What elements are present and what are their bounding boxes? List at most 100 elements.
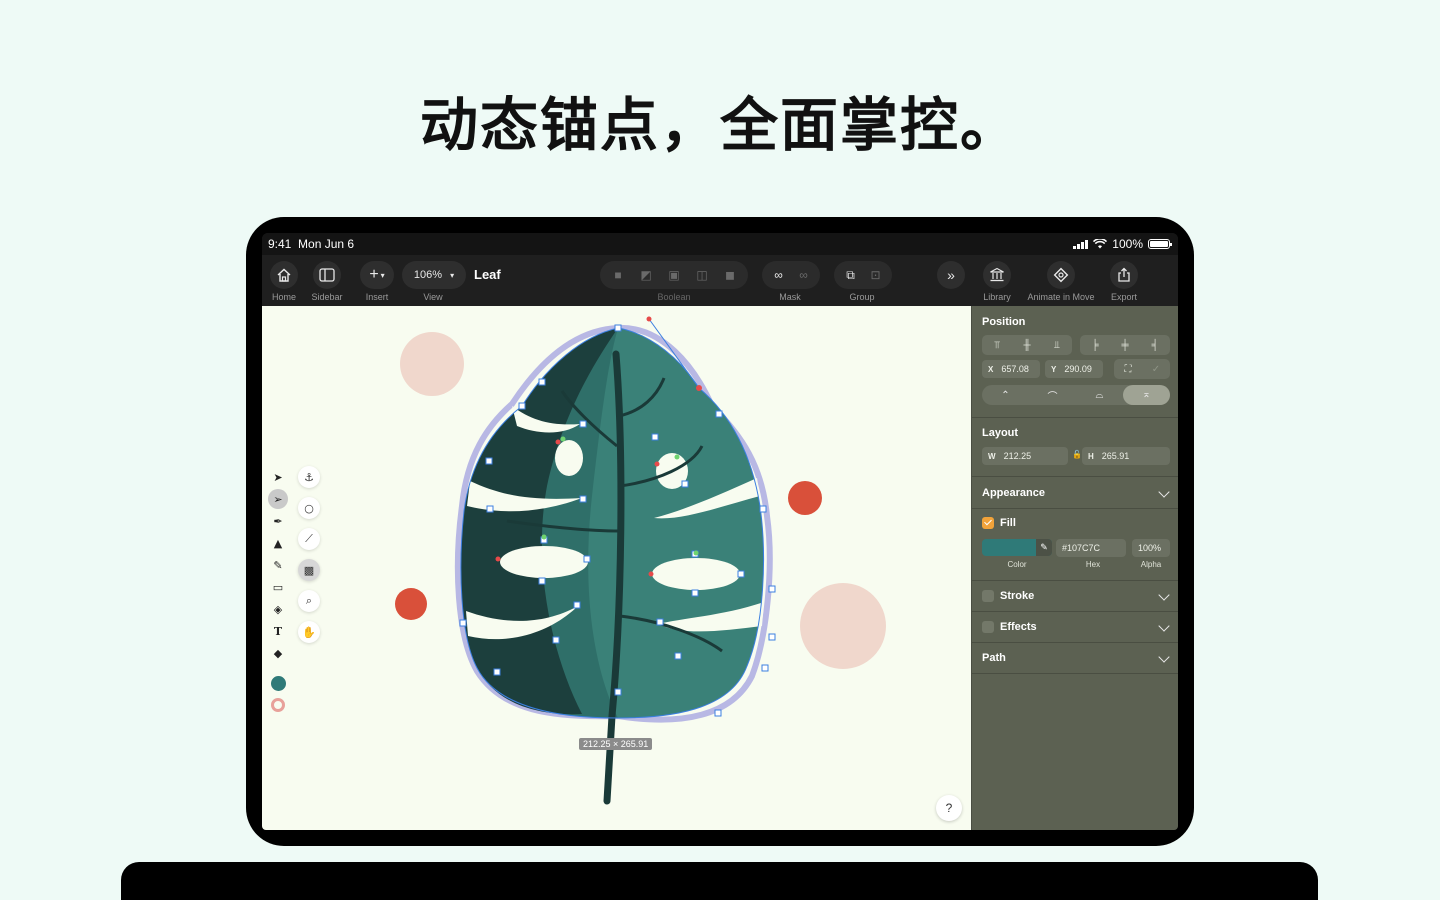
y-field[interactable]: Y 290.09 <box>1045 360 1103 378</box>
unmask-icon[interactable]: ∞ <box>795 265 812 285</box>
group-icon[interactable]: ⧉ <box>842 265 859 285</box>
boolean-subtract-icon[interactable]: ◩ <box>636 265 656 285</box>
decor-circle-red-right[interactable] <box>788 481 822 515</box>
insert-button[interactable]: + ▾ <box>360 261 394 289</box>
anchor-smooth-point[interactable] <box>541 534 547 540</box>
app-screen: 9:41 Mon Jun 6 100% Home Sidebar + ▾ Ins… <box>262 233 1178 830</box>
library-button[interactable] <box>983 261 1011 289</box>
anchor-point-selected[interactable] <box>696 385 702 391</box>
text-tool[interactable]: T <box>268 621 288 641</box>
fill-color-swatch[interactable] <box>268 673 288 693</box>
hand-tool[interactable]: ✋ <box>298 621 320 643</box>
anchor-icon: ⚓ <box>304 470 314 484</box>
select-tool[interactable]: ➤ <box>268 467 288 487</box>
stroke-color-swatch[interactable] <box>268 695 288 715</box>
anchor-smooth-point[interactable] <box>693 550 699 556</box>
eraser-icon: ◆ <box>273 646 283 660</box>
animate-button[interactable] <box>1047 261 1075 289</box>
bezier-handle-point[interactable] <box>646 316 652 322</box>
decor-circle-pink-right[interactable] <box>800 583 886 669</box>
artwork[interactable] <box>262 306 971 830</box>
divider <box>972 476 1178 477</box>
frame-icon[interactable]: ⛶ <box>1114 359 1142 379</box>
eraser-tool[interactable]: ◆ <box>268 643 288 663</box>
zoom-tool[interactable]: ⌕ <box>298 590 320 612</box>
boolean-group: ■ ◩ ▣ ◫ ◼ <box>600 261 748 289</box>
battery-percent: 100% <box>1112 237 1143 251</box>
effects-checkbox[interactable] <box>982 621 994 633</box>
vector-tool[interactable]: ▲ <box>268 533 288 553</box>
chevron-down-icon[interactable] <box>1158 589 1170 601</box>
help-button[interactable]: ? <box>936 795 962 821</box>
anchor-smooth-point[interactable] <box>560 436 566 442</box>
anchor-mirror-point[interactable] <box>495 556 501 562</box>
export-icon <box>1118 267 1130 282</box>
align-left-icon[interactable]: ⫪ <box>982 335 1012 355</box>
group-label: Group <box>849 292 875 302</box>
anchor-mirror-point[interactable] <box>555 439 561 445</box>
hex-field[interactable]: #107C7C <box>1056 539 1126 557</box>
animate-icon <box>1053 267 1069 283</box>
crop-tool[interactable]: ▩ <box>298 559 320 581</box>
chevron-down-icon[interactable] <box>1158 486 1170 498</box>
brush-tool[interactable]: ✎ <box>268 555 288 575</box>
alpha-value: 100% <box>1138 543 1162 553</box>
x-label: X <box>988 364 994 374</box>
effects-label: Effects <box>1000 621 1037 633</box>
x-field[interactable]: X 657.08 <box>982 360 1040 378</box>
stroke-checkbox[interactable] <box>982 590 994 602</box>
fill-checkbox[interactable] <box>982 517 994 529</box>
line-tool[interactable]: ⟋ <box>298 528 320 550</box>
boolean-flatten-icon[interactable]: ◼ <box>720 265 740 285</box>
checkmark-icon[interactable]: ✓ <box>1142 359 1170 379</box>
rotate-tool[interactable]: ○ <box>298 497 320 519</box>
anchor-mirror-point[interactable] <box>648 571 654 577</box>
boolean-intersect-icon[interactable]: ▣ <box>664 265 684 285</box>
chevron-down-icon[interactable] <box>1158 620 1170 632</box>
boolean-exclude-icon[interactable]: ◫ <box>692 265 712 285</box>
boolean-union-icon[interactable]: ■ <box>608 265 628 285</box>
y-value: 290.09 <box>1064 364 1092 374</box>
lock-icon[interactable]: 🔓 <box>1072 450 1082 459</box>
ungroup-icon[interactable]: ⊡ <box>867 265 884 285</box>
align-right-icon[interactable]: ⫫ <box>1042 335 1072 355</box>
appearance-title[interactable]: Appearance <box>982 487 1045 499</box>
pen-tool[interactable]: ✒ <box>268 511 288 531</box>
align-middle-icon[interactable]: ╪ <box>1110 335 1140 355</box>
divider <box>972 673 1178 674</box>
corner-anchor-icon[interactable]: ⌃ <box>982 390 1029 401</box>
zoom-dropdown[interactable]: 106% ▾ <box>402 261 466 289</box>
fill-color-swatch[interactable]: ✎ <box>982 539 1052 556</box>
export-button[interactable] <box>1110 261 1138 289</box>
dimension-tag: 212.25 × 265.91 <box>579 738 653 750</box>
decor-circle-pink-top[interactable] <box>400 332 464 396</box>
height-field[interactable]: H 265.91 <box>1082 447 1170 465</box>
alpha-caption: Alpha <box>1140 560 1162 569</box>
anchor-smooth-point[interactable] <box>674 454 680 460</box>
more-tools-button[interactable]: » <box>937 261 965 289</box>
eyedropper-icon[interactable]: ✎ <box>1036 539 1052 556</box>
home-button[interactable] <box>270 261 298 289</box>
design-canvas[interactable]: 212.25 × 265.91 ? ➤ ➢ ✒ ▲ ✎ ▭ ◈ T ◆ ⚓ ○ … <box>262 306 971 830</box>
path-title[interactable]: Path <box>982 652 1006 664</box>
alpha-field[interactable]: 100% <box>1132 539 1170 557</box>
shape-tool[interactable]: ▭ <box>268 577 288 597</box>
width-field[interactable]: W 212.25 <box>982 447 1068 465</box>
status-date: Mon Jun 6 <box>298 237 355 251</box>
document-title[interactable]: Leaf <box>474 267 501 282</box>
direct-select-tool[interactable]: ➢ <box>268 489 288 509</box>
chevron-down-icon[interactable] <box>1158 651 1170 663</box>
mask-icon[interactable]: ∞ <box>770 265 787 285</box>
align-center-h-icon[interactable]: ╫ <box>1012 335 1042 355</box>
align-bottom-icon[interactable]: ╡ <box>1140 335 1170 355</box>
anchor-add-tool[interactable]: ⚓ <box>298 466 320 488</box>
mirrored-anchor-icon[interactable]: ⌒ <box>1029 388 1076 403</box>
align-top-icon[interactable]: ╞ <box>1080 335 1110 355</box>
disconnected-anchor-icon[interactable]: ⌅ <box>1123 385 1170 405</box>
asymmetric-anchor-icon[interactable]: ⌓ <box>1076 390 1123 401</box>
w-label: W <box>988 451 996 461</box>
anchor-mirror-point[interactable] <box>654 461 660 467</box>
sidebar-button[interactable] <box>313 261 341 289</box>
decor-circle-red-left[interactable] <box>395 588 427 620</box>
fill-tool[interactable]: ◈ <box>268 599 288 619</box>
